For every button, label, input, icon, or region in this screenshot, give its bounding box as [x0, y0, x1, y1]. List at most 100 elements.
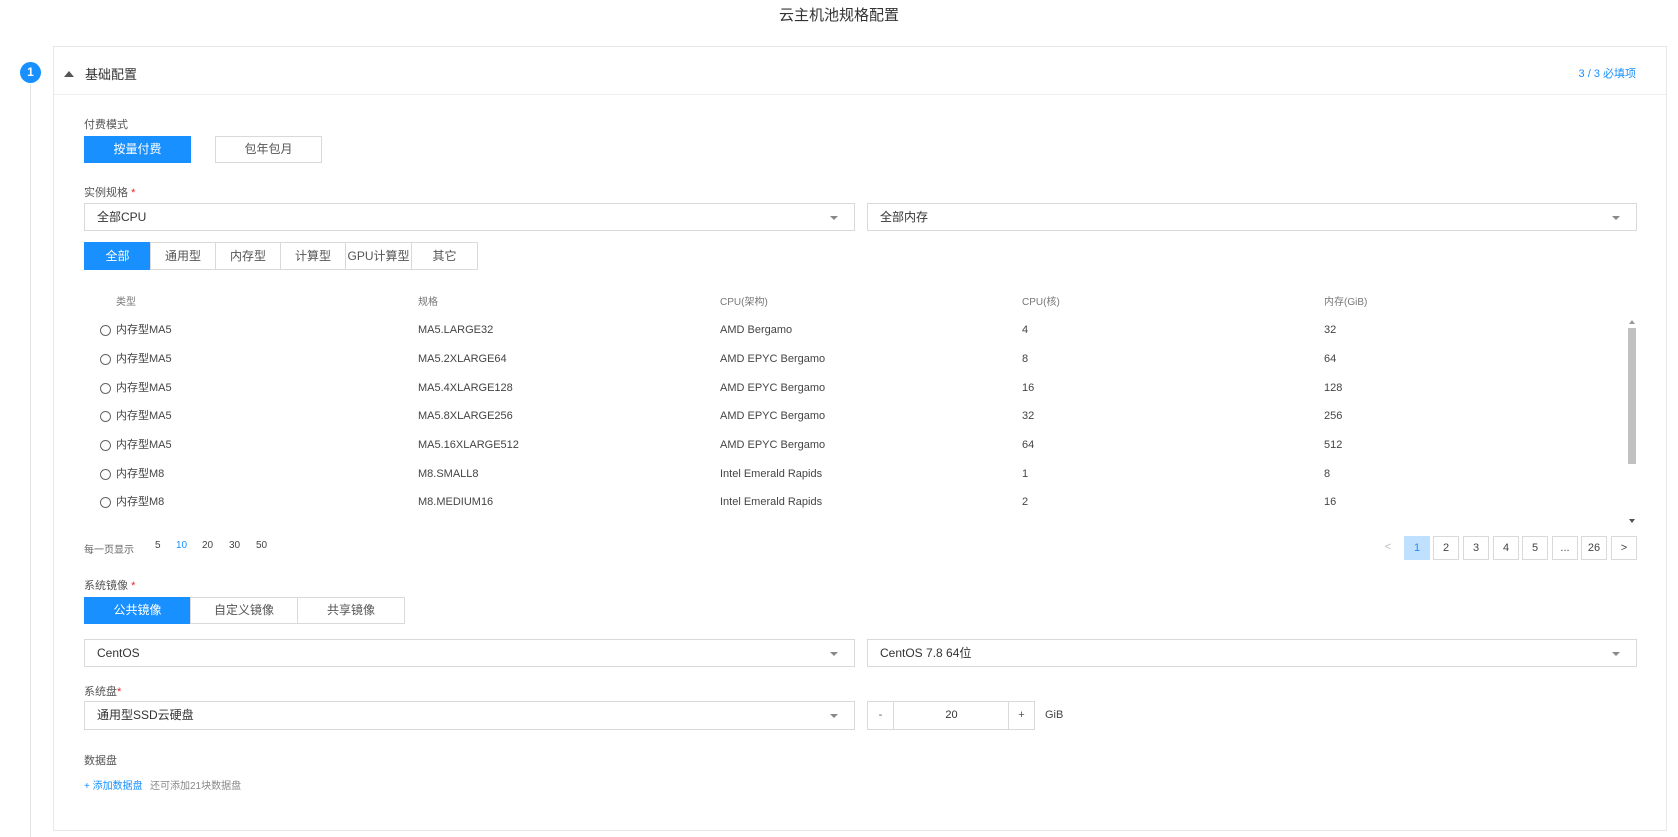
cell-spec: MA5.8XLARGE256 — [418, 410, 513, 422]
page-button-4[interactable]: 4 — [1493, 536, 1519, 560]
os-version-select[interactable]: CentOS 7.8 64位 — [867, 639, 1637, 667]
memory-filter-value: 全部内存 — [880, 210, 929, 224]
table-row[interactable]: 内存型MA5 MA5.LARGE32 AMD Bergamo 4 32 — [100, 316, 1620, 345]
row-radio[interactable] — [100, 383, 111, 394]
cell-type: 内存型MA5 — [116, 324, 172, 336]
per-page-option-10[interactable]: 10 — [176, 540, 187, 551]
tab-other[interactable]: 其它 — [411, 242, 478, 270]
row-radio[interactable] — [100, 354, 111, 365]
disk-type-value: 通用型SSD云硬盘 — [97, 708, 194, 722]
data-disk-label: 数据盘 — [84, 755, 117, 767]
page-prev-button[interactable]: < — [1378, 536, 1398, 560]
disk-size-increment-button[interactable]: + — [1008, 701, 1035, 730]
disk-size-decrement-button[interactable]: - — [867, 701, 894, 730]
page-button-26[interactable]: 26 — [1581, 536, 1607, 560]
page-button-3[interactable]: 3 — [1463, 536, 1489, 560]
row-radio[interactable] — [100, 411, 111, 422]
cell-type: 内存型M8 — [116, 496, 165, 508]
per-page-option-5[interactable]: 5 — [155, 540, 161, 551]
cell-type: 内存型MA5 — [116, 353, 172, 365]
table-scrollbar[interactable] — [1627, 318, 1637, 525]
cell-memory: 32 — [1324, 324, 1337, 336]
instance-spec-label: 实例规格 * — [84, 187, 136, 199]
billing-option-pay-as-you-go[interactable]: 按量付费 — [84, 136, 191, 163]
disk-type-select[interactable]: 通用型SSD云硬盘 — [84, 701, 855, 730]
collapse-arrow-icon[interactable] — [64, 71, 74, 77]
cell-cpu-arch: AMD EPYC Bergamo — [720, 382, 826, 394]
page-button-2[interactable]: 2 — [1433, 536, 1459, 560]
add-data-disk-link[interactable]: + 添加数据盘 — [84, 777, 143, 792]
billing-option-monthly[interactable]: 包年包月 — [215, 136, 322, 163]
cell-type: 内存型MA5 — [116, 439, 172, 451]
row-radio[interactable] — [100, 497, 111, 508]
system-image-label: 系统镜像 * — [84, 580, 136, 592]
page-title: 云主机池规格配置 — [778, 7, 899, 24]
os-select[interactable]: CentOS — [84, 639, 855, 667]
disk-size-unit: GiB — [1045, 709, 1064, 721]
section-header[interactable]: 基础配置 3 / 3 必填项 — [54, 47, 1666, 95]
page-ellipsis[interactable]: ... — [1552, 536, 1578, 560]
per-page-option-20[interactable]: 20 — [202, 540, 213, 551]
scrollbar-thumb[interactable] — [1628, 328, 1636, 464]
column-header-type: 类型 — [116, 297, 136, 308]
scroll-up-icon[interactable] — [1629, 320, 1635, 324]
table-row[interactable]: 内存型MA5 MA5.2XLARGE64 AMD EPYC Bergamo 8 … — [100, 345, 1620, 374]
cell-cpu-arch: AMD EPYC Bergamo — [720, 353, 826, 365]
cell-type: 内存型M8 — [116, 468, 165, 480]
per-page-label: 每一页显示 — [84, 545, 134, 556]
cell-memory: 256 — [1324, 410, 1343, 422]
memory-filter-select[interactable]: 全部内存 — [867, 203, 1637, 231]
row-radio[interactable] — [100, 440, 111, 451]
tab-compute[interactable]: 计算型 — [280, 242, 346, 270]
cell-memory: 8 — [1324, 468, 1331, 480]
table-row[interactable]: 内存型M8 M8.MEDIUM16 Intel Emerald Rapids 2… — [100, 488, 1620, 517]
cell-cpu-arch: AMD EPYC Bergamo — [720, 439, 826, 451]
chevron-down-icon — [1612, 216, 1620, 220]
page-button-5[interactable]: 5 — [1522, 536, 1548, 560]
per-page-option-30[interactable]: 30 — [229, 540, 240, 551]
column-header-cpu-arch: CPU(架构) — [720, 297, 768, 308]
os-version-value: CentOS 7.8 64位 — [880, 646, 972, 660]
page-next-button[interactable]: > — [1611, 536, 1637, 560]
cell-cpu-cores: 16 — [1022, 382, 1035, 394]
image-tab-custom[interactable]: 自定义镜像 — [190, 597, 298, 624]
cell-cpu-arch: Intel Emerald Rapids — [720, 468, 823, 480]
tab-gpu[interactable]: GPU计算型 — [345, 242, 412, 270]
scroll-down-icon[interactable] — [1629, 519, 1635, 523]
page-button-1[interactable]: 1 — [1404, 536, 1430, 560]
tab-all[interactable]: 全部 — [84, 242, 151, 270]
cell-cpu-cores: 64 — [1022, 439, 1035, 451]
table-row[interactable]: 内存型MA5 MA5.8XLARGE256 AMD EPYC Bergamo 3… — [100, 402, 1620, 431]
cell-spec: MA5.16XLARGE512 — [418, 439, 519, 451]
cell-type: 内存型MA5 — [116, 410, 172, 422]
per-page-option-50[interactable]: 50 — [256, 540, 267, 551]
image-tab-public[interactable]: 公共镜像 — [84, 597, 191, 624]
column-header-memory: 内存(GiB) — [1324, 297, 1368, 308]
table-row[interactable]: 内存型MA5 MA5.4XLARGE128 AMD EPYC Bergamo 1… — [100, 374, 1620, 403]
disk-size-input[interactable]: 20 — [894, 701, 1009, 730]
cpu-filter-select[interactable]: 全部CPU — [84, 203, 855, 231]
data-disk-hint: 还可添加21块数据盘 — [150, 781, 242, 792]
row-radio[interactable] — [100, 325, 111, 336]
row-radio[interactable] — [100, 469, 111, 480]
chevron-down-icon — [830, 652, 838, 656]
table-row[interactable]: 内存型MA5 MA5.16XLARGE512 AMD EPYC Bergamo … — [100, 431, 1620, 460]
table-row[interactable]: 内存型M8 M8.SMALL8 Intel Emerald Rapids 1 8 — [100, 460, 1620, 489]
cpu-filter-value: 全部CPU — [97, 210, 147, 224]
cell-memory: 128 — [1324, 382, 1343, 394]
tab-general[interactable]: 通用型 — [150, 242, 216, 270]
cell-cpu-cores: 1 — [1022, 468, 1029, 480]
section-title: 基础配置 — [85, 67, 138, 82]
tab-memory[interactable]: 内存型 — [215, 242, 281, 270]
chevron-down-icon — [830, 714, 838, 718]
column-header-cpu-cores: CPU(核) — [1022, 297, 1060, 308]
cell-cpu-arch: AMD Bergamo — [720, 324, 793, 336]
cell-spec: MA5.2XLARGE64 — [418, 353, 507, 365]
image-tab-shared[interactable]: 共享镜像 — [297, 597, 405, 624]
cell-cpu-arch: Intel Emerald Rapids — [720, 496, 823, 508]
chevron-down-icon — [1612, 652, 1620, 656]
cell-memory: 64 — [1324, 353, 1337, 365]
column-header-spec: 规格 — [418, 297, 438, 308]
cell-cpu-cores: 2 — [1022, 496, 1029, 508]
cell-type: 内存型MA5 — [116, 382, 172, 394]
